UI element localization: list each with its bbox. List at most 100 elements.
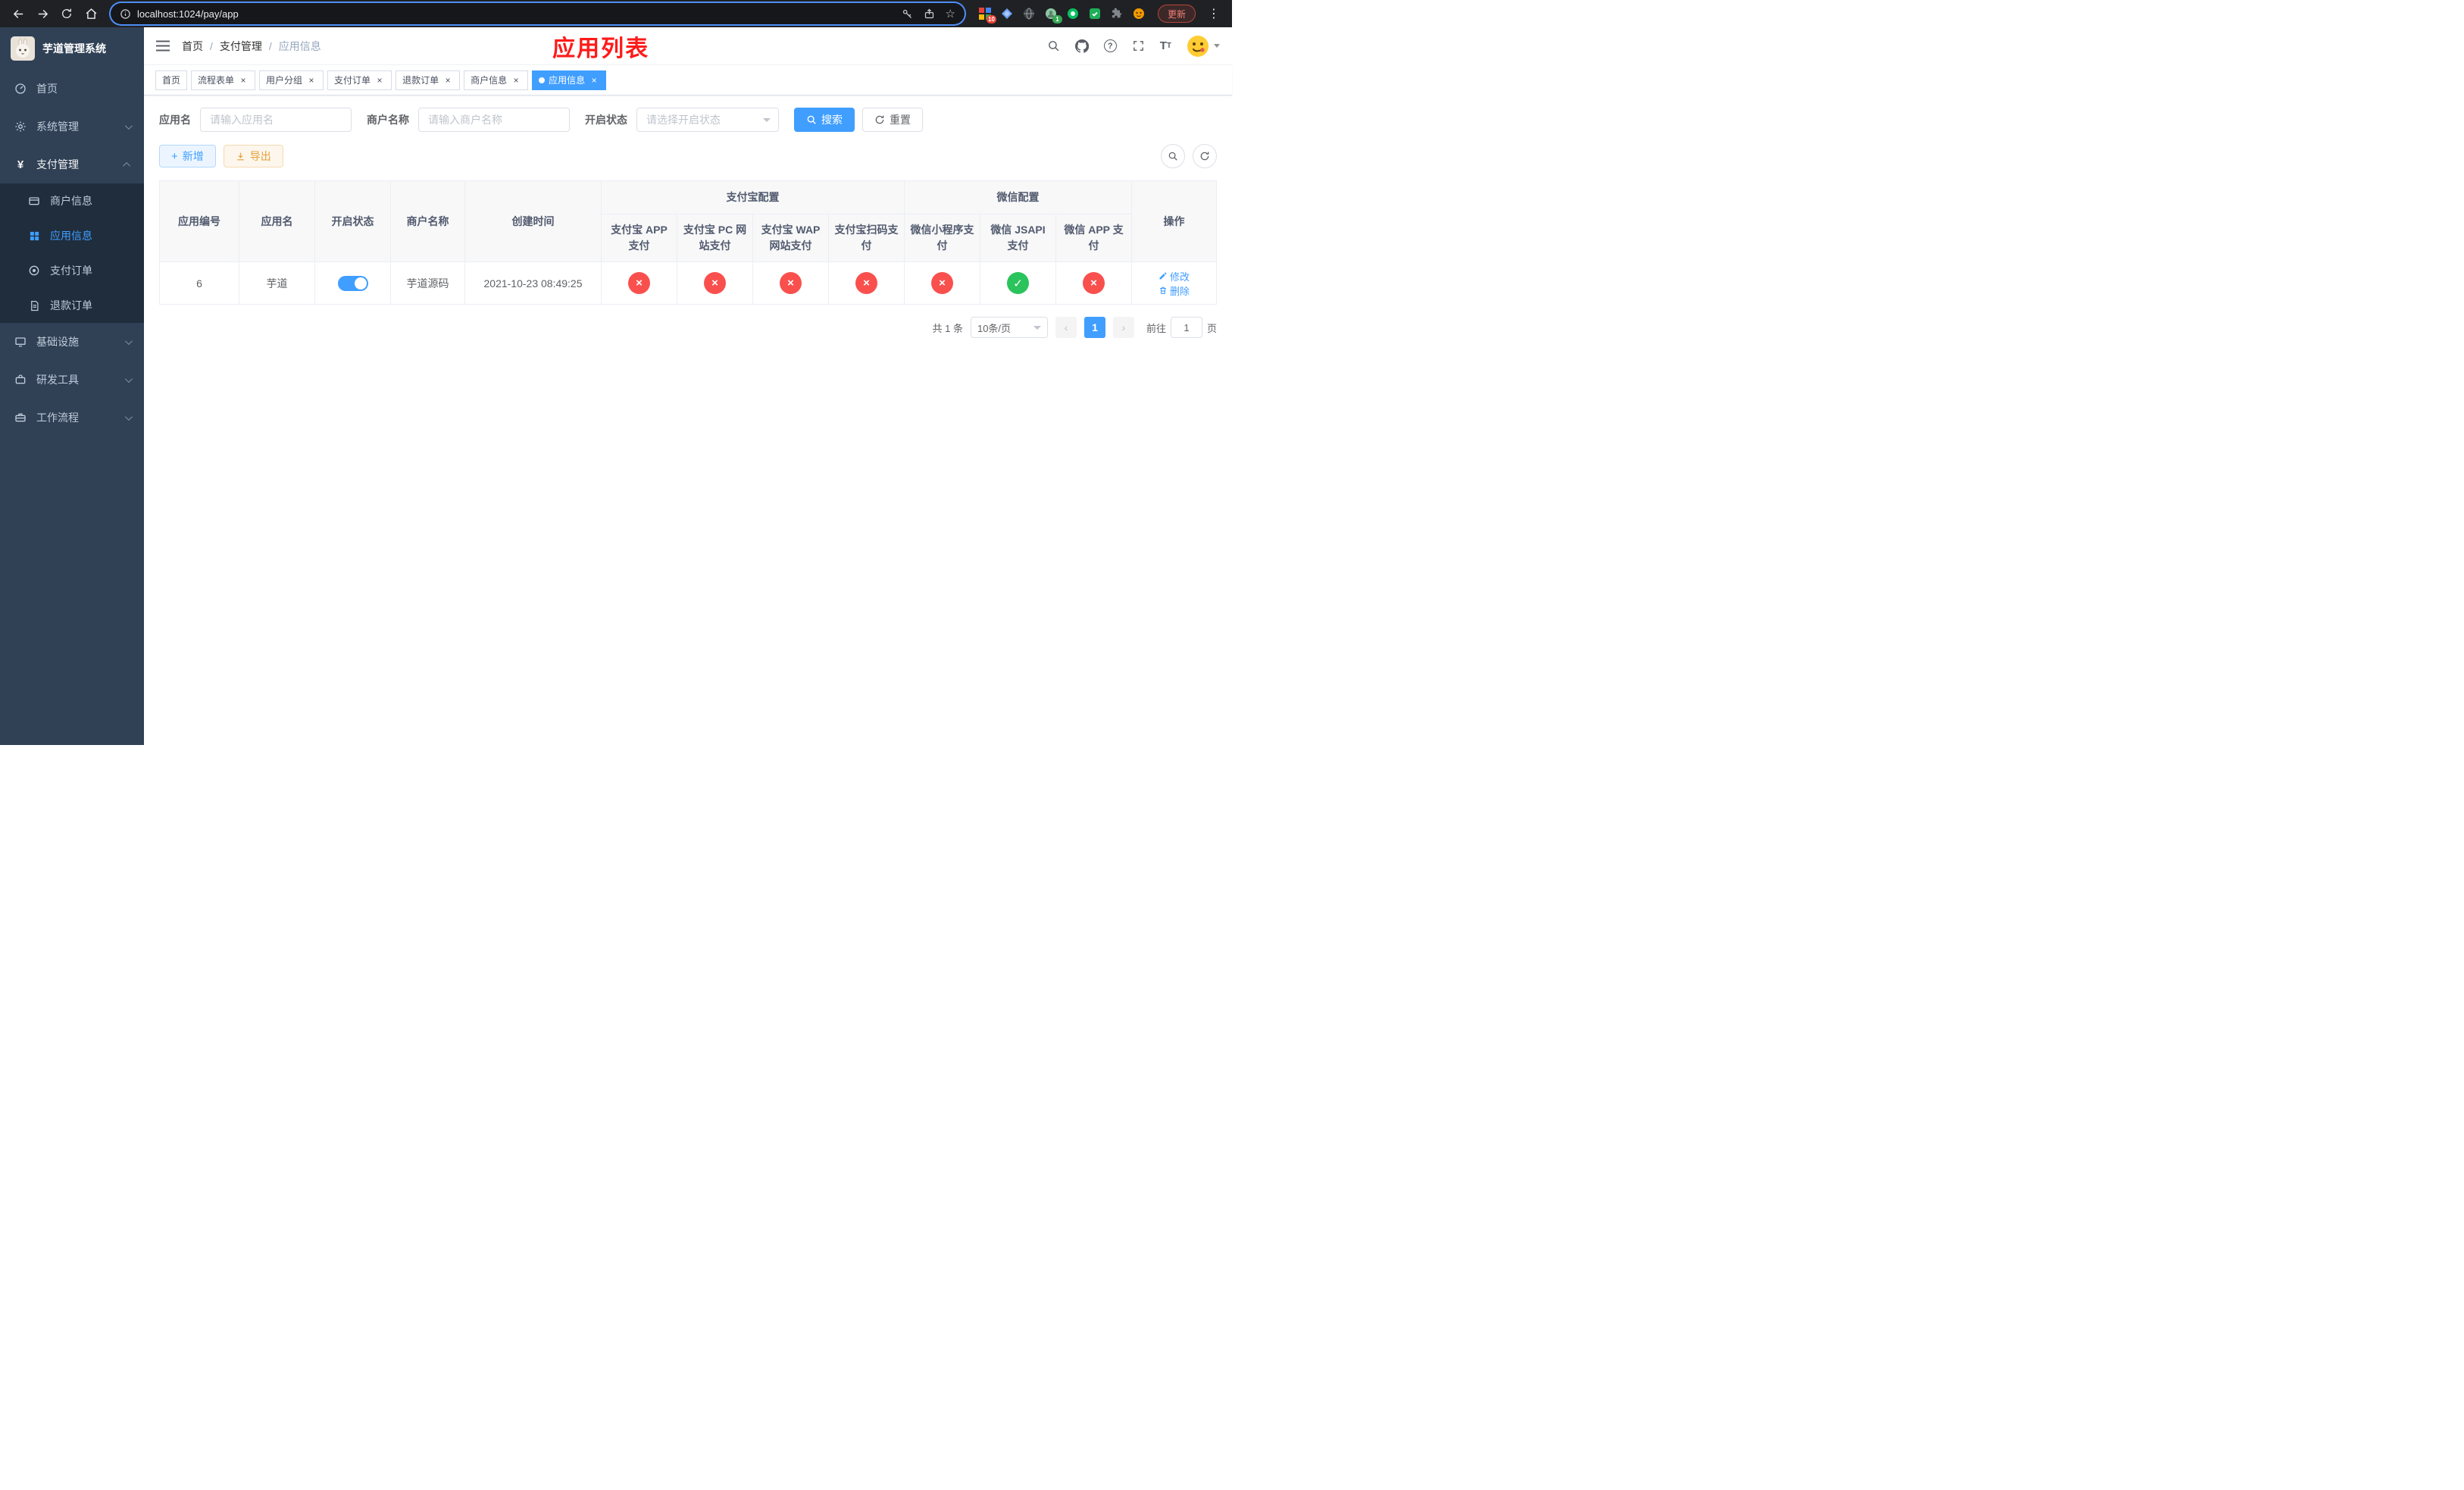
pagination: 共 1 条 10条/页 ‹ 1 › 前往 页 [159, 317, 1217, 338]
export-button[interactable]: 导出 [223, 145, 283, 167]
sidebar-item-merchant-info[interactable]: 商户信息 [0, 183, 144, 218]
sidebar-item-payment[interactable]: ¥ 支付管理 [0, 146, 144, 183]
tab-merchant-info[interactable]: 商户信息 × [464, 70, 529, 90]
sidebar-menu: 首页 系统管理 ¥ 支付管理 商户信息 应用信息 支付订单 退款订单 基础设施 … [0, 70, 144, 437]
sidebar-item-pay-order[interactable]: 支付订单 [0, 253, 144, 288]
delete-link[interactable]: 删除 [1159, 283, 1190, 298]
chevron-down-icon [1214, 44, 1220, 48]
page-number-button[interactable]: 1 [1083, 317, 1105, 338]
cell-merchant: 芋道源码 [390, 261, 465, 305]
dashboard-icon [14, 83, 27, 95]
cell-status [314, 261, 391, 305]
font-size-icon[interactable]: TT [1160, 39, 1171, 52]
sidebar-item-system[interactable]: 系统管理 [0, 108, 144, 146]
goto-page-input[interactable] [1170, 317, 1202, 338]
col-alipay-app: 支付宝 APP 支付 [601, 214, 677, 262]
next-page-button[interactable]: › [1112, 317, 1134, 338]
address-bar[interactable]: localhost:1024/pay/app ☆ [111, 3, 965, 24]
close-icon[interactable]: × [442, 75, 453, 86]
sidebar-item-workflow[interactable]: 工作流程 [0, 399, 144, 437]
col-app-id: 应用编号 [159, 180, 239, 262]
col-alipay-wap: 支付宝 WAP 网站支付 [752, 214, 829, 262]
prev-page-button[interactable]: ‹ [1055, 317, 1077, 338]
filter-form: 应用名 商户名称 开启状态 请选择开启状态 [159, 108, 1217, 132]
close-icon[interactable]: × [511, 75, 521, 86]
green-square-extension-icon[interactable] [1088, 7, 1102, 20]
back-icon[interactable] [8, 3, 29, 24]
total-count: 共 1 条 [932, 322, 963, 334]
tab-app-info[interactable]: 应用信息 × [532, 70, 607, 90]
bank-card-icon [27, 195, 41, 207]
sidebar: 芋道管理系统 首页 系统管理 ¥ 支付管理 商户信息 应用信息 支付订单 退款订… [0, 27, 144, 745]
breadcrumb-home[interactable]: 首页 [182, 39, 203, 54]
bookmark-star-icon[interactable]: ☆ [946, 7, 955, 20]
add-button[interactable]: + 新增 [159, 145, 216, 167]
mosaic-extension-icon[interactable]: 10 [978, 7, 996, 23]
blue-gem-extension-icon[interactable] [1000, 7, 1014, 20]
close-icon[interactable]: × [306, 75, 317, 86]
wx-app-status-icon: × [1083, 272, 1105, 294]
breadcrumb-module[interactable]: 支付管理 [220, 39, 262, 54]
gear-icon [14, 121, 27, 133]
sidebar-item-infrastructure[interactable]: 基础设施 [0, 323, 144, 361]
home-icon[interactable] [80, 3, 102, 24]
avatar-extension-icon[interactable]: 1 [1044, 7, 1062, 23]
wx-mini-status-icon: × [931, 272, 953, 294]
cell-actions: 修改 删除 [1131, 261, 1217, 305]
toggle-search-button[interactable] [1161, 144, 1185, 168]
close-icon[interactable]: × [374, 75, 385, 86]
help-icon[interactable]: ? [1103, 39, 1117, 52]
status-toggle[interactable] [337, 275, 368, 291]
github-icon[interactable] [1074, 39, 1089, 53]
dark-globe-extension-icon[interactable] [1022, 7, 1036, 20]
edit-link[interactable]: 修改 [1159, 269, 1190, 283]
refresh-button[interactable] [1193, 144, 1217, 168]
col-wx-mini: 微信小程序支付 [904, 214, 980, 262]
logo-avatar [11, 36, 35, 61]
tab-user-group[interactable]: 用户分组 × [259, 70, 324, 90]
sidebar-item-app-info[interactable]: 应用信息 [0, 218, 144, 253]
tab-pay-order[interactable]: 支付订单 × [327, 70, 392, 90]
close-icon[interactable]: × [238, 75, 249, 86]
key-icon[interactable] [902, 8, 913, 20]
extension-badge: 1 [1052, 15, 1062, 23]
tab-refund-order[interactable]: 退款订单 × [396, 70, 461, 90]
sidebar-logo[interactable]: 芋道管理系统 [0, 27, 144, 70]
sidebar-collapse-icon[interactable] [156, 40, 170, 52]
tab-process-form[interactable]: 流程表单 × [191, 70, 256, 90]
reset-button[interactable]: 重置 [862, 108, 923, 132]
forward-icon[interactable] [32, 3, 53, 24]
chevron-down-icon [124, 121, 133, 130]
fullscreen-icon[interactable] [1132, 39, 1145, 52]
orange-face-extension-icon[interactable] [1132, 7, 1146, 20]
user-menu[interactable] [1187, 35, 1220, 58]
col-alipay-pc: 支付宝 PC 网站支付 [677, 214, 753, 262]
col-merchant: 商户名称 [390, 180, 465, 262]
info-icon[interactable] [120, 8, 131, 20]
page-title-annotation: 应用列表 [552, 36, 650, 61]
puzzle-extension-icon[interactable] [1110, 7, 1124, 20]
app-name-input[interactable] [200, 108, 352, 132]
update-button[interactable]: 更新 [1157, 5, 1196, 23]
grid-icon [27, 230, 41, 242]
sidebar-item-refund-order[interactable]: 退款订单 [0, 288, 144, 323]
sidebar-item-devtools[interactable]: 研发工具 [0, 361, 144, 399]
search-icon[interactable] [1047, 39, 1060, 52]
green-circle-extension-icon[interactable] [1066, 7, 1080, 20]
merchant-name-input[interactable] [418, 108, 570, 132]
sidebar-item-home[interactable]: 首页 [0, 70, 144, 108]
sidebar-item-label: 系统管理 [36, 121, 79, 133]
status-select[interactable]: 请选择开启状态 [636, 108, 779, 132]
close-icon[interactable]: × [589, 75, 599, 86]
page-size-select[interactable]: 10条/页 [970, 317, 1048, 338]
search-button[interactable]: 搜索 [794, 108, 855, 132]
alipay-qr-status-icon: × [855, 272, 877, 294]
browser-menu-icon[interactable]: ⋮ [1203, 3, 1224, 24]
toolbox-icon [14, 374, 27, 386]
share-icon[interactable] [924, 8, 935, 20]
status-label: 开启状态 [585, 114, 627, 126]
url-text: localhost:1024/pay/app [137, 8, 239, 20]
reload-icon[interactable] [56, 3, 77, 24]
tab-home[interactable]: 首页 [155, 70, 188, 90]
wx-jsapi-status-icon: ✓ [1007, 272, 1029, 294]
